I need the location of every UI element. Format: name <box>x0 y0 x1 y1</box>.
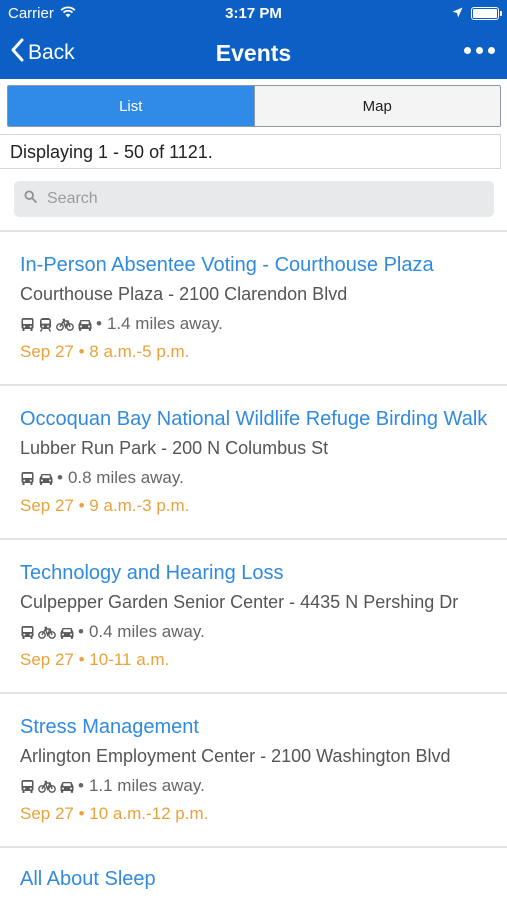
event-date: Sep 27 • 10 a.m.-12 p.m. <box>20 804 209 823</box>
event-distance: 0.8 miles away. <box>67 468 184 487</box>
bus-icon <box>20 625 35 640</box>
view-toggle: List Map <box>7 85 501 127</box>
transport-row: • 1.4 miles away. <box>20 314 223 334</box>
status-bar: Carrier 3:17 PM <box>0 0 507 28</box>
back-button[interactable]: Back <box>10 38 75 68</box>
event-date: Sep 27 • 10-11 a.m. <box>20 650 170 669</box>
event-location: Lubber Run Park - 200 N Columbus St <box>20 438 329 458</box>
car-icon <box>59 779 75 794</box>
app-header: Carrier 3:17 PM Back Events <box>0 0 507 79</box>
list-item[interactable]: In-Person Absentee Voting - Courthouse P… <box>0 232 507 384</box>
event-title: In-Person Absentee Voting - Courthouse P… <box>20 254 434 276</box>
status-right <box>452 5 502 22</box>
bus-icon <box>20 471 35 486</box>
list-item[interactable]: All About Sleep <box>0 848 507 900</box>
back-label: Back <box>28 41 75 64</box>
event-location: Courthouse Plaza - 2100 Clarendon Blvd <box>20 284 348 304</box>
bike-icon <box>56 317 74 332</box>
results-count: Displaying 1 - 50 of 1121. <box>0 134 501 169</box>
location-arrow-icon <box>452 5 463 22</box>
event-title: Occoquan Bay National Wildlife Refuge Bi… <box>20 408 488 430</box>
transport-row: • 1.1 miles away. <box>20 776 205 796</box>
tab-list[interactable]: List <box>8 86 254 126</box>
bullet-separator: • <box>96 314 102 333</box>
nav-bar: Back Events <box>0 28 507 79</box>
tab-map[interactable]: Map <box>253 86 500 126</box>
search-icon <box>24 190 37 208</box>
bullet-separator: • <box>78 776 84 795</box>
bullet-separator: • <box>57 468 63 487</box>
event-date: Sep 27 • 9 a.m.-3 p.m. <box>20 496 190 515</box>
event-title: All About Sleep <box>20 868 156 890</box>
car-icon <box>38 471 54 486</box>
event-location: Arlington Employment Center - 2100 Washi… <box>20 746 451 766</box>
bike-icon <box>38 625 56 640</box>
search-bar[interactable] <box>14 181 494 217</box>
transport-row: • 0.4 miles away. <box>20 622 205 642</box>
train-icon <box>38 317 53 332</box>
battery-icon <box>471 7 502 20</box>
event-title: Technology and Hearing Loss <box>20 562 284 584</box>
car-icon <box>59 625 75 640</box>
event-distance: 0.4 miles away. <box>88 622 205 641</box>
page-title: Events <box>215 40 292 66</box>
event-title: Stress Management <box>20 716 199 738</box>
list-item[interactable]: Occoquan Bay National Wildlife Refuge Bi… <box>0 386 507 538</box>
car-icon <box>77 317 93 332</box>
list-item[interactable]: Stress Management Arlington Employment Ce… <box>0 694 507 846</box>
bike-icon <box>38 779 56 794</box>
event-distance: 1.4 miles away. <box>106 314 223 333</box>
bus-icon <box>20 779 35 794</box>
bullet-separator: • <box>78 622 84 641</box>
search-input[interactable] <box>47 190 467 208</box>
transport-row: • 0.8 miles away. <box>20 468 184 488</box>
list-item[interactable]: Technology and Hearing Loss Culpepper Gar… <box>0 540 507 692</box>
chevron-left-icon <box>10 38 24 68</box>
event-date: Sep 27 • 8 a.m.-5 p.m. <box>20 342 190 361</box>
event-location: Culpepper Garden Senior Center - 4435 N … <box>20 592 459 612</box>
status-time: 3:17 PM <box>225 5 282 22</box>
more-options-icon[interactable] <box>462 41 497 60</box>
event-distance: 1.1 miles away. <box>88 776 205 795</box>
bus-icon <box>20 317 35 332</box>
